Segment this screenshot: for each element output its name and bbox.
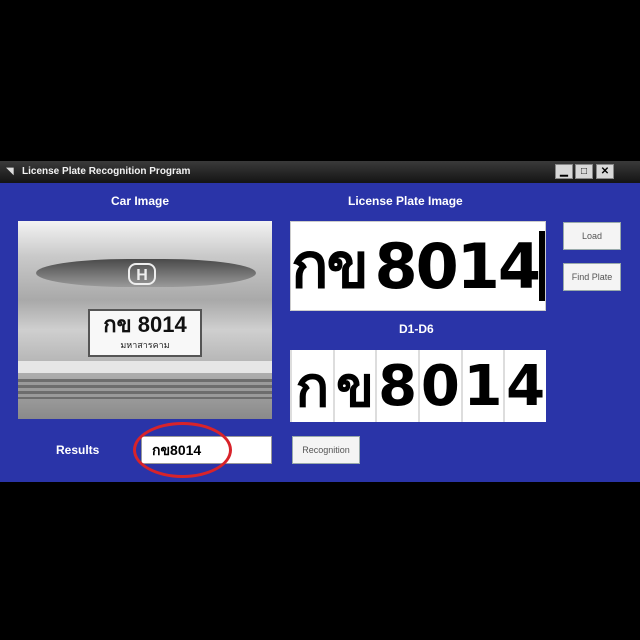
license-plate-image-label: License Plate Image [348,194,463,208]
segment-char: 4 [503,350,546,422]
plate-char: 4 [497,229,541,303]
plate-char: 8 [374,229,417,303]
find-plate-button[interactable]: Find Plate [563,263,621,291]
segment-char: 1 [460,350,504,422]
app-window: ◥ License Plate Recognition Program ▁ □ … [0,161,640,482]
window-title: License Plate Recognition Program [22,166,191,177]
segments-label: D1-D6 [399,322,434,336]
car-bumper [18,361,272,373]
recognition-button[interactable]: Recognition [292,436,360,464]
segment-characters: กข8014 [290,350,546,422]
load-button[interactable]: Load [563,222,621,250]
car-brand-letter: H [136,267,148,284]
car-plate: กข 8014 มหาสารคาม [88,309,202,357]
plate-char: 0 [415,229,459,303]
results-label: Results [56,443,100,457]
segment-char: 0 [418,350,461,422]
segments-strip: กข8014 [290,350,546,422]
car-logo: H [128,263,156,285]
app-icon: ◥ [6,166,14,177]
plate-char: ข [326,229,369,302]
plate-char: 1 [456,229,500,303]
title-bar[interactable]: ◥ License Plate Recognition Program ▁ □ … [0,161,640,183]
car-plate-province: มหาสารคาม [120,340,170,350]
plate-noise-bar [539,231,545,301]
car-image-label: Car Image [111,194,170,208]
minimize-button[interactable]: ▁ [555,164,573,179]
maximize-button[interactable]: □ [575,164,593,179]
segment-char: ก [290,350,333,422]
plate-char: ก [291,229,329,302]
plate-image-characters: กข 8014 [291,222,545,310]
car-image: H กข 8014 มหาสารคาม [18,221,272,419]
segment-char: 8 [375,350,418,422]
plate-image: กข 8014 [290,221,546,311]
segment-char: ข [332,350,376,422]
car-plate-number: กข 8014 [103,312,187,337]
car-lower-grille [18,379,272,399]
close-button[interactable]: ✕ [596,164,614,179]
highlight-circle [133,422,232,478]
